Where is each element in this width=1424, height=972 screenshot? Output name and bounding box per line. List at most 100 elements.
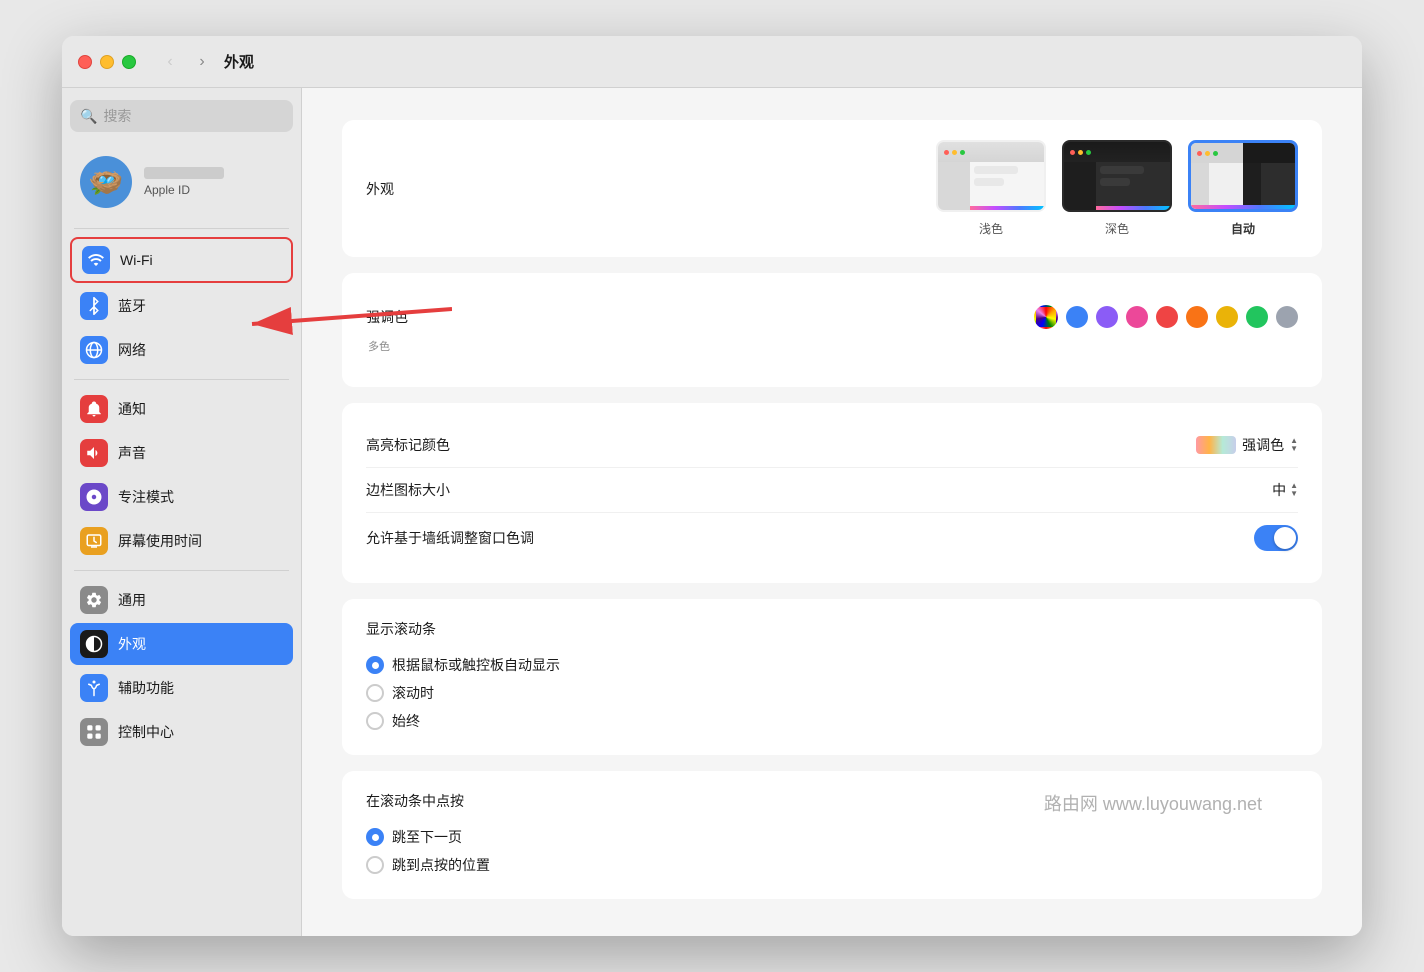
click-nextpage-label: 跳至下一页 — [392, 827, 462, 847]
appearance-section-label: 外观 — [366, 179, 446, 199]
sidebar-item-control[interactable]: 控制中心 — [70, 711, 293, 753]
click-nextpage-radio[interactable] — [366, 828, 384, 846]
dark-label: 深色 — [1105, 220, 1129, 237]
light-label: 浅色 — [979, 220, 1003, 237]
focus-label: 专注模式 — [118, 487, 174, 507]
apple-id-section[interactable]: 🪺 Apple ID — [70, 148, 293, 216]
accent-label: 强调色 — [366, 307, 408, 327]
focus-icon — [80, 483, 108, 511]
sidebar: 🔍 搜索 🪺 Apple ID Wi-Fi — [62, 88, 302, 936]
close-button[interactable] — [78, 55, 92, 69]
wifi-label: Wi-Fi — [120, 252, 153, 268]
highlight-value[interactable]: 强调色 ▲ ▼ — [1196, 435, 1298, 455]
swatch-pink[interactable] — [1126, 306, 1148, 328]
screentime-label: 屏幕使用时间 — [118, 531, 202, 551]
highlight-label: 高亮标记颜色 — [366, 435, 450, 455]
control-label: 控制中心 — [118, 722, 174, 742]
main-content: 🔍 搜索 🪺 Apple ID Wi-Fi — [62, 88, 1362, 936]
swatch-green[interactable] — [1246, 306, 1268, 328]
titlebar: ‹ › 外观 — [62, 36, 1362, 88]
sound-label: 声音 — [118, 443, 146, 463]
click-options: 跳至下一页 跳到点按的位置 — [366, 823, 1298, 879]
sidebar-item-screentime[interactable]: 屏幕使用时间 — [70, 520, 293, 562]
control-icon — [80, 718, 108, 746]
auto-label: 自动 — [1231, 220, 1255, 237]
forward-button[interactable]: › — [188, 48, 216, 76]
highlight-stepper[interactable]: ▲ ▼ — [1290, 437, 1298, 453]
appearance-dark[interactable]: 深色 — [1062, 140, 1172, 237]
scrollbar-auto-radio[interactable] — [366, 656, 384, 674]
click-section: 在滚动条中点按 跳至下一页 跳到点按的位置 — [342, 771, 1322, 899]
sidebar-item-sound[interactable]: 声音 — [70, 432, 293, 474]
sidebar-item-notification[interactable]: 通知 — [70, 388, 293, 430]
scrollbar-scroll-radio[interactable] — [366, 684, 384, 702]
page-title: 外观 — [224, 51, 254, 72]
divider3 — [74, 570, 289, 571]
appearance-light[interactable]: 浅色 — [936, 140, 1046, 237]
network-icon — [80, 336, 108, 364]
appearance-row: 外观 — [366, 140, 1298, 237]
content-area: 外观 — [302, 88, 1362, 936]
sidebar-icon-arrows[interactable]: ▲ ▼ — [1290, 482, 1298, 498]
search-placeholder: 搜索 — [103, 106, 131, 126]
appearance-auto[interactable]: 自动 — [1188, 140, 1298, 237]
scrollbar-options: 根据鼠标或触控板自动显示 滚动时 始终 — [366, 651, 1298, 735]
traffic-lights — [78, 55, 136, 69]
color-swatches — [1034, 305, 1298, 329]
swatch-gray[interactable] — [1276, 306, 1298, 328]
divider — [74, 228, 289, 229]
scrollbar-scroll-label: 滚动时 — [392, 683, 434, 703]
multicolor-label: 多色 — [368, 341, 390, 353]
apple-id-name — [144, 167, 224, 179]
scrollbar-auto-label: 根据鼠标或触控板自动显示 — [392, 655, 560, 675]
sidebar-item-focus[interactable]: 专注模式 — [70, 476, 293, 518]
swatch-orange[interactable] — [1186, 306, 1208, 328]
swatch-purple[interactable] — [1096, 306, 1118, 328]
sidebar-icon-value: 中 — [1272, 480, 1286, 500]
highlight-preview — [1196, 436, 1236, 454]
sidebar-icon-stepper[interactable]: 中 ▲ ▼ — [1272, 480, 1298, 500]
network-label: 网络 — [118, 340, 146, 360]
apple-id-info: Apple ID — [144, 167, 224, 197]
appearance-section: 外观 — [342, 120, 1322, 257]
click-jumptospot-radio[interactable] — [366, 856, 384, 874]
sidebar-item-appearance[interactable]: 外观 — [70, 623, 293, 665]
bluetooth-label: 蓝牙 — [118, 296, 146, 316]
maximize-button[interactable] — [122, 55, 136, 69]
appearance-options: 浅色 — [936, 140, 1298, 237]
notification-label: 通知 — [118, 399, 146, 419]
sidebar-item-accessibility[interactable]: 辅助功能 — [70, 667, 293, 709]
bluetooth-icon — [80, 292, 108, 320]
wifi-icon — [82, 246, 110, 274]
scrollbar-auto[interactable]: 根据鼠标或触控板自动显示 — [366, 655, 1298, 675]
sidebar-item-network[interactable]: 网络 — [70, 329, 293, 371]
notification-icon — [80, 395, 108, 423]
swatch-red[interactable] — [1156, 306, 1178, 328]
dark-preview — [1062, 140, 1172, 212]
accent-row: 强调色 — [366, 293, 1298, 367]
divider2 — [74, 379, 289, 380]
click-jumptospot[interactable]: 跳到点按的位置 — [366, 855, 1298, 875]
sidebar-item-wifi[interactable]: Wi-Fi — [70, 237, 293, 283]
sidebar-item-bluetooth[interactable]: 蓝牙 — [70, 285, 293, 327]
wallpaper-label: 允许基于墙纸调整窗口色调 — [366, 528, 534, 548]
auto-preview — [1188, 140, 1298, 212]
sidebar-icon-row: 边栏图标大小 中 ▲ ▼ — [366, 468, 1298, 513]
swatch-blue[interactable] — [1066, 306, 1088, 328]
scrollbar-always[interactable]: 始终 — [366, 711, 1298, 731]
minimize-button[interactable] — [100, 55, 114, 69]
search-box[interactable]: 🔍 搜索 — [70, 100, 293, 132]
scrollbar-always-radio[interactable] — [366, 712, 384, 730]
wallpaper-toggle[interactable] — [1254, 525, 1298, 551]
sidebar-item-general[interactable]: 通用 — [70, 579, 293, 621]
scrollbar-scroll[interactable]: 滚动时 — [366, 683, 1298, 703]
general-icon — [80, 586, 108, 614]
swatch-yellow[interactable] — [1216, 306, 1238, 328]
settings-section: 高亮标记颜色 强调色 ▲ ▼ 边栏图标大小 中 — [342, 403, 1322, 583]
back-button[interactable]: ‹ — [156, 48, 184, 76]
swatch-multicolor[interactable] — [1034, 305, 1058, 329]
toggle-knob — [1274, 527, 1296, 549]
general-label: 通用 — [118, 590, 146, 610]
accessibility-label: 辅助功能 — [118, 678, 174, 698]
click-nextpage[interactable]: 跳至下一页 — [366, 827, 1298, 847]
